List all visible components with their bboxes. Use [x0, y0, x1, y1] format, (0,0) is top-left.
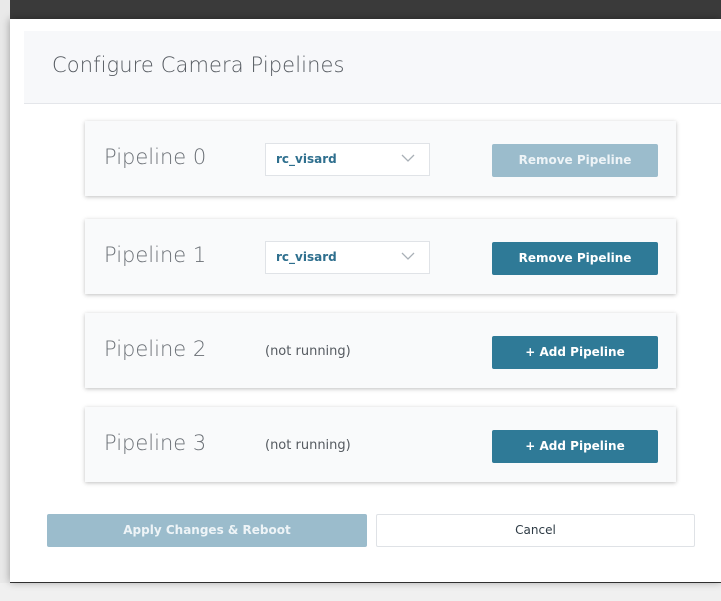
pipeline-card-2: Pipeline 2 (not running) + Add Pipeline: [85, 313, 676, 388]
remove-pipeline-button[interactable]: Remove Pipeline: [492, 242, 658, 275]
pipeline-device-select[interactable]: rc_visard: [265, 143, 430, 176]
remove-pipeline-button[interactable]: Remove Pipeline: [492, 144, 658, 177]
page-backdrop-bottom: [0, 583, 721, 601]
apply-changes-reboot-button[interactable]: Apply Changes & Reboot: [47, 514, 367, 547]
add-pipeline-button[interactable]: + Add Pipeline: [492, 430, 658, 463]
configure-pipelines-dialog: Configure Camera Pipelines Pipeline 0 rc…: [10, 19, 721, 582]
select-value: rc_visard: [276, 152, 337, 166]
pipeline-card-3: Pipeline 3 (not running) + Add Pipeline: [85, 407, 676, 482]
pipeline-name: Pipeline 2: [104, 337, 207, 361]
pipeline-card-1: Pipeline 1 rc_visard Remove Pipeline: [85, 219, 676, 294]
dialog-title: Configure Camera Pipelines: [52, 53, 345, 77]
chevron-down-icon: [401, 252, 415, 260]
pipeline-status: (not running): [265, 438, 351, 453]
page-backdrop-left: [0, 0, 10, 601]
pipeline-device-select[interactable]: rc_visard: [265, 241, 430, 274]
pipeline-status: (not running): [265, 344, 351, 359]
pipeline-name: Pipeline 1: [104, 243, 207, 267]
pipeline-card-0: Pipeline 0 rc_visard Remove Pipeline: [85, 121, 676, 196]
dialog-header: Configure Camera Pipelines: [24, 31, 721, 104]
cancel-button[interactable]: Cancel: [376, 514, 695, 547]
add-pipeline-button[interactable]: + Add Pipeline: [492, 336, 658, 369]
pipeline-name: Pipeline 3: [104, 431, 207, 455]
chevron-down-icon: [401, 154, 415, 162]
select-value: rc_visard: [276, 250, 337, 264]
pipeline-name: Pipeline 0: [104, 145, 207, 169]
